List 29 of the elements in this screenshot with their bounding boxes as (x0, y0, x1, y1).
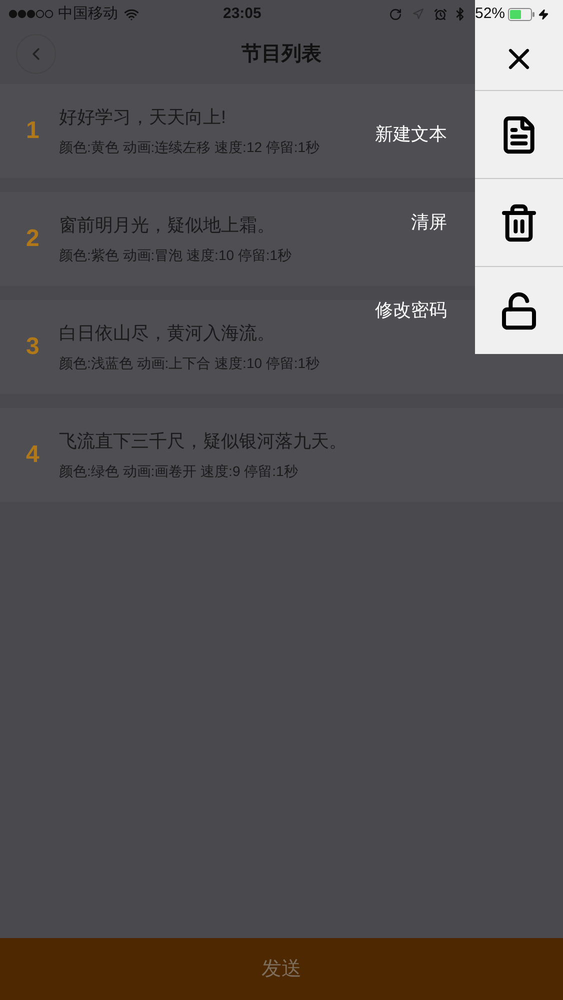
signal-icon (8, 9, 54, 19)
menu-item-label[interactable]: 新建文本 (375, 120, 447, 148)
program-details: 颜色:绿色 动画:画卷开 速度:9 停留:1秒 (59, 462, 299, 481)
program-details: 颜色:黄色 动画:连续左移 速度:12 停留:1秒 (59, 138, 320, 157)
clock-time: 23:05 (223, 4, 262, 24)
program-title: 窗前明月光，疑似地上霜。 (59, 214, 276, 237)
program-details: 颜色:浅蓝色 动画:上下合 速度:10 停留:1秒 (59, 354, 320, 373)
unlocked-padlock-icon (499, 290, 539, 330)
program-number: 3 (25, 332, 40, 362)
program-number: 4 (25, 440, 40, 470)
location-icon (412, 8, 424, 20)
battery-percentage: 52% (475, 4, 506, 24)
program-title: 飞流直下三千尺，疑似银河落九天。 (59, 430, 347, 453)
carrier-name: 中国移动 (58, 4, 118, 24)
program-details: 颜色:紫色 动画:冒泡 速度:10 停留:1秒 (59, 246, 292, 265)
alarm-icon (434, 8, 447, 20)
program-title: 好好学习，天天向上! (59, 106, 228, 129)
page-title: 节目列表 (242, 42, 322, 67)
program-title: 白日依山尽，黄河入海流。 (59, 322, 276, 345)
program-number: 2 (25, 224, 40, 254)
battery-icon (508, 8, 536, 20)
wifi-icon (124, 6, 139, 22)
send-button[interactable]: 发送 (0, 938, 563, 1000)
rotation-lock-icon (389, 8, 402, 20)
program-number: 1 (25, 116, 40, 146)
menu-item-label[interactable]: 清屏 (411, 208, 447, 236)
trash-icon (499, 202, 539, 242)
program-row[interactable]: 4 飞流直下三千尺，疑似银河落九天。 颜色:绿色 动画:画卷开 速度:9 停留:1秒 (0, 408, 563, 502)
charging-icon (538, 8, 550, 20)
